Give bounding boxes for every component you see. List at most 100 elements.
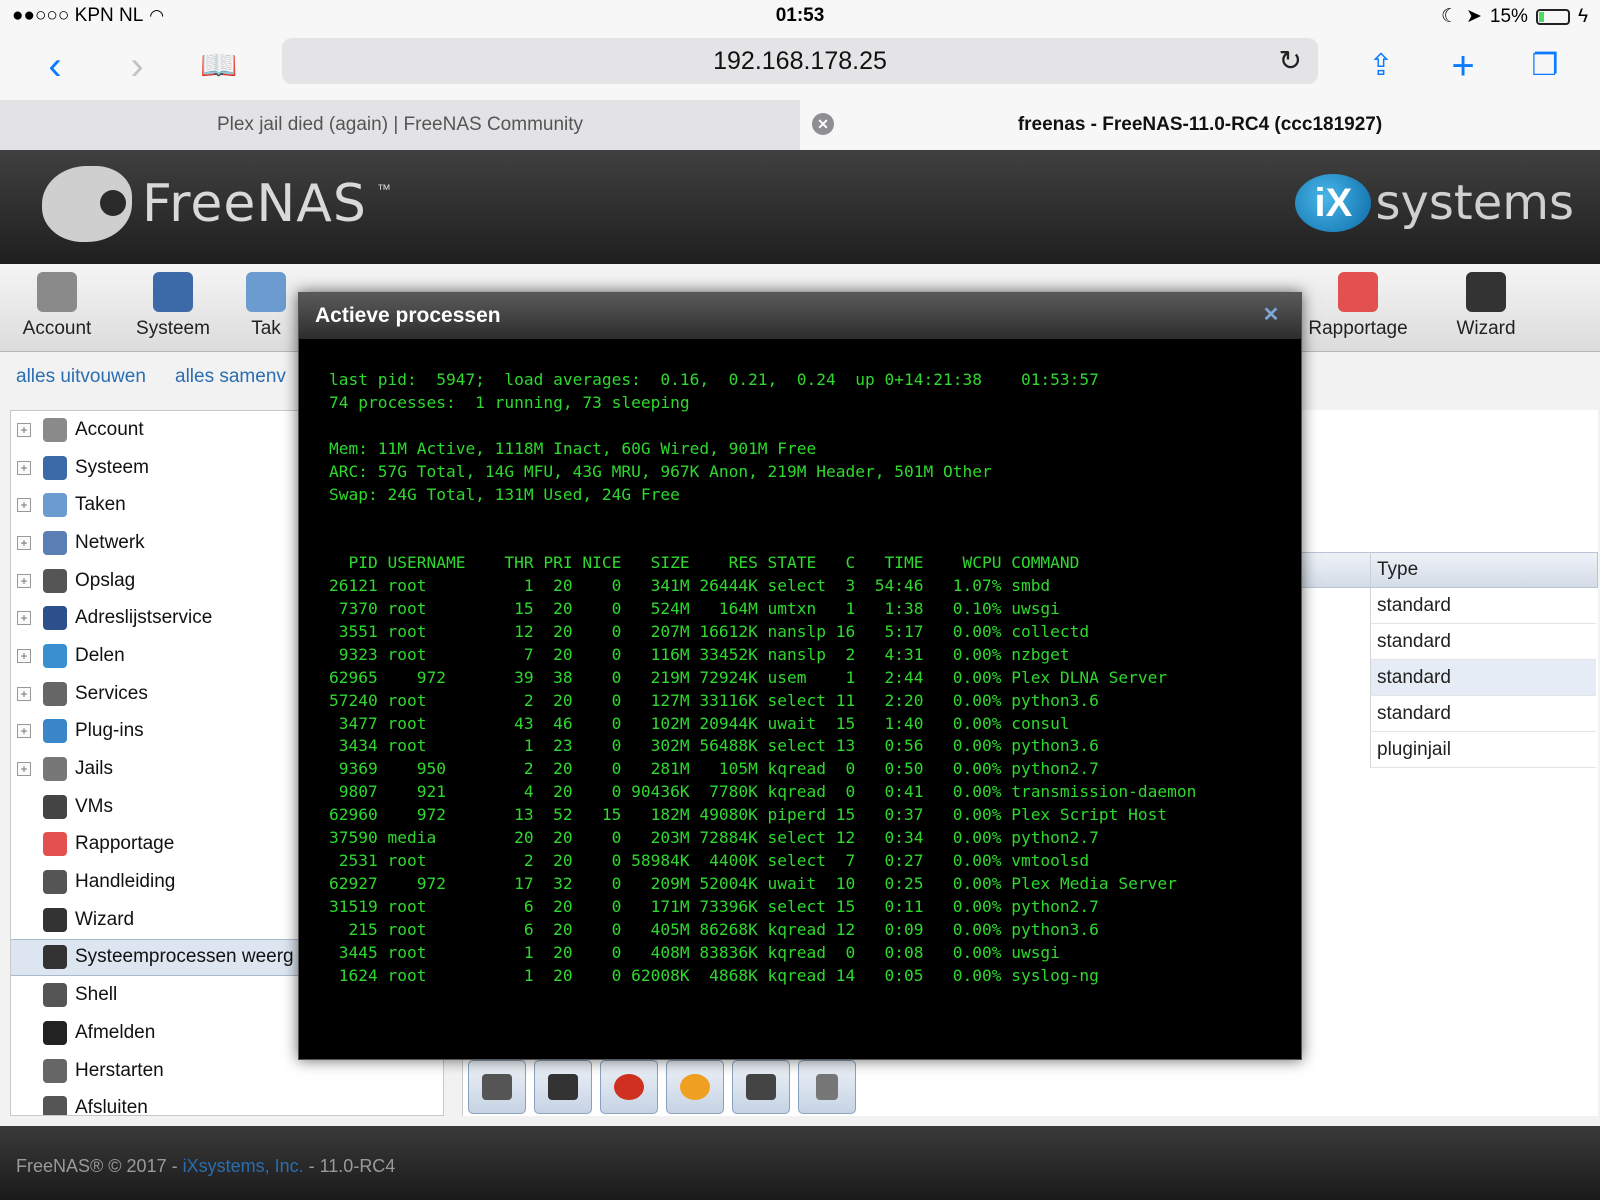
tree-item-label: Jails bbox=[75, 758, 114, 780]
close-tab-icon[interactable]: ✕ bbox=[812, 113, 834, 135]
expand-icon[interactable]: + bbox=[17, 460, 31, 475]
tree-item-icon bbox=[43, 870, 67, 895]
terminal-line: 7370 root 15 20 0 524M 164M umtxn 1 1:38… bbox=[329, 599, 1060, 619]
expand-icon[interactable]: + bbox=[17, 535, 31, 550]
battery-percent: 15% bbox=[1489, 5, 1528, 27]
tab-label: Plex jail died (again) | FreeNAS Communi… bbox=[216, 114, 584, 135]
terminal-line: 2531 root 2 20 0 58984K 4400K select 7 0… bbox=[329, 850, 1090, 870]
tab-community[interactable]: Plex jail died (again) | FreeNAS Communi… bbox=[0, 100, 800, 150]
expand-icon[interactable]: + bbox=[17, 498, 31, 513]
terminal-line: PID USERNAME THR PRI NICE SIZE RES STATE… bbox=[329, 553, 1080, 573]
reporting-icon bbox=[1338, 272, 1378, 312]
reload-icon[interactable]: ↻ bbox=[1279, 38, 1302, 84]
close-icon[interactable]: ✕ bbox=[1261, 305, 1281, 325]
status-bar: ●●○○○ KPN NL ◠ 01:53 ☾ ➤ 15% ϟ bbox=[0, 0, 1600, 34]
terminal-line: 62960 972 13 52 15 182M 49080K piperd 15… bbox=[329, 805, 1168, 825]
nav-label: Systeem bbox=[136, 318, 210, 339]
terminal-line: 3445 root 1 20 0 408M 83836K kqread 0 0:… bbox=[329, 942, 1060, 962]
tree-item-icon bbox=[43, 832, 67, 857]
tree-item-label: Wizard bbox=[75, 908, 135, 930]
tree-item-icon bbox=[43, 1058, 67, 1083]
browser-toolbar: ‹ › 📖 192.168.178.25 ↻ ⇪ + ❐ bbox=[0, 34, 1600, 100]
terminal-line: 9369 950 2 20 0 281M 105M kqread 0 0:50 … bbox=[329, 759, 1099, 779]
terminal-line: 62927 972 17 32 0 209M 52004K uwait 10 0… bbox=[329, 873, 1177, 893]
edit-jail-button[interactable] bbox=[468, 1060, 526, 1114]
trash-icon bbox=[816, 1074, 838, 1100]
freenas-shark-icon bbox=[42, 166, 132, 242]
nav-rapportage[interactable]: Rapportage bbox=[1302, 272, 1414, 340]
delete-jail-button[interactable] bbox=[798, 1060, 856, 1114]
tree-item-label: Herstarten bbox=[75, 1059, 164, 1081]
new-tab-icon[interactable]: + bbox=[1438, 42, 1488, 90]
table-row[interactable]: standard bbox=[1370, 660, 1596, 696]
tree-item-label: Systeemprocessen weerg bbox=[75, 946, 294, 968]
tree-item-label: Shell bbox=[75, 984, 118, 1006]
table-row[interactable]: standard bbox=[1370, 696, 1596, 732]
tree-item-icon bbox=[43, 794, 67, 819]
tree-item-icon bbox=[43, 1020, 67, 1045]
tab-freenas[interactable]: ✕ freenas - FreeNAS-11.0-RC4 (ccc181927) bbox=[800, 100, 1600, 150]
tree-item[interactable]: Afsluiten bbox=[11, 1089, 443, 1115]
forward-icon[interactable]: › bbox=[112, 42, 162, 90]
expand-icon[interactable]: + bbox=[17, 686, 31, 701]
table-row[interactable]: standard bbox=[1370, 624, 1596, 660]
collapse-all-link[interactable]: alles samenv bbox=[175, 366, 286, 388]
tree-item-label: Opslag bbox=[75, 569, 136, 591]
shell-button[interactable] bbox=[732, 1060, 790, 1114]
tabs-overview-icon[interactable]: ❐ bbox=[1520, 42, 1570, 90]
tree-item-icon bbox=[43, 417, 67, 442]
terminal-line: Mem: 11M Active, 1118M Inact, 60G Wired,… bbox=[329, 438, 817, 458]
terminal-line: 62965 972 39 38 0 219M 72924K usem 1 2:4… bbox=[329, 667, 1168, 687]
tree-item-icon bbox=[43, 907, 67, 932]
process-output: last pid: 5947; load averages: 0.16, 0.2… bbox=[299, 339, 1301, 987]
nav-account[interactable]: Account bbox=[2, 272, 112, 340]
expand-icon[interactable]: + bbox=[17, 573, 31, 588]
expand-icon[interactable]: + bbox=[17, 611, 31, 626]
freenas-logo-text: FreeNAS bbox=[142, 174, 367, 234]
copyright-text: FreeNAS® © 2017 - bbox=[16, 1156, 183, 1176]
nav-systeem[interactable]: Systeem bbox=[118, 272, 228, 340]
restart-jail-button[interactable] bbox=[666, 1060, 724, 1114]
nav-wizard[interactable]: Wizard bbox=[1430, 272, 1542, 340]
tree-item-label: Rapportage bbox=[75, 833, 175, 855]
expand-icon[interactable]: + bbox=[17, 762, 31, 777]
company-link[interactable]: iXsystems, Inc. bbox=[183, 1156, 304, 1176]
tree-item-label: Services bbox=[75, 682, 148, 704]
tree-item-icon bbox=[43, 945, 67, 970]
system-icon bbox=[153, 272, 193, 312]
bookmarks-icon[interactable]: 📖 bbox=[194, 42, 244, 90]
ixsystems-logo[interactable]: iX systems bbox=[1295, 174, 1574, 232]
type-column-header[interactable]: Type bbox=[1370, 552, 1596, 588]
nav-taken[interactable]: Tak bbox=[234, 272, 298, 340]
table-row[interactable]: pluginjail bbox=[1370, 732, 1596, 768]
expand-icon[interactable]: + bbox=[17, 422, 31, 437]
tree-item-icon bbox=[43, 643, 67, 668]
tree-item-label: Handleiding bbox=[75, 871, 176, 893]
dialog-titlebar[interactable]: Actieve processen ✕ bbox=[299, 293, 1301, 339]
expand-icon[interactable]: + bbox=[17, 724, 31, 739]
terminal-line: 9323 root 7 20 0 116M 33452K nanslp 2 4:… bbox=[329, 644, 1070, 664]
jails-type-column: Type standard standard standard standard… bbox=[1370, 552, 1596, 768]
terminal-line: Swap: 24G Total, 131M Used, 24G Free bbox=[329, 484, 680, 504]
address-bar[interactable]: 192.168.178.25 ↻ bbox=[282, 38, 1318, 84]
expand-all-link[interactable]: alles uitvouwen bbox=[16, 366, 146, 388]
terminal-line: 3477 root 43 46 0 102M 20944K uwait 15 1… bbox=[329, 713, 1070, 733]
freenas-logo[interactable]: FreeNAS ™ bbox=[42, 166, 391, 242]
version-text: - 11.0-RC4 bbox=[303, 1156, 396, 1176]
ix-logo-mark: iX bbox=[1295, 174, 1372, 232]
share-icon[interactable]: ⇪ bbox=[1356, 42, 1406, 90]
tree-item-icon bbox=[43, 681, 67, 706]
storage-button[interactable] bbox=[534, 1060, 592, 1114]
expand-icon[interactable]: + bbox=[17, 648, 31, 663]
terminal-line: 57240 root 2 20 0 127M 33116K select 11 … bbox=[329, 690, 1099, 710]
jail-actions-toolbar bbox=[468, 1060, 856, 1114]
table-row[interactable]: standard bbox=[1370, 588, 1596, 624]
nav-label: Account bbox=[22, 318, 92, 339]
status-right: ☾ ➤ 15% ϟ bbox=[1441, 5, 1588, 28]
stop-jail-button[interactable] bbox=[600, 1060, 658, 1114]
back-icon[interactable]: ‹ bbox=[30, 42, 80, 90]
wizard-hat-icon bbox=[1466, 272, 1506, 312]
tree-item-icon bbox=[43, 530, 67, 555]
